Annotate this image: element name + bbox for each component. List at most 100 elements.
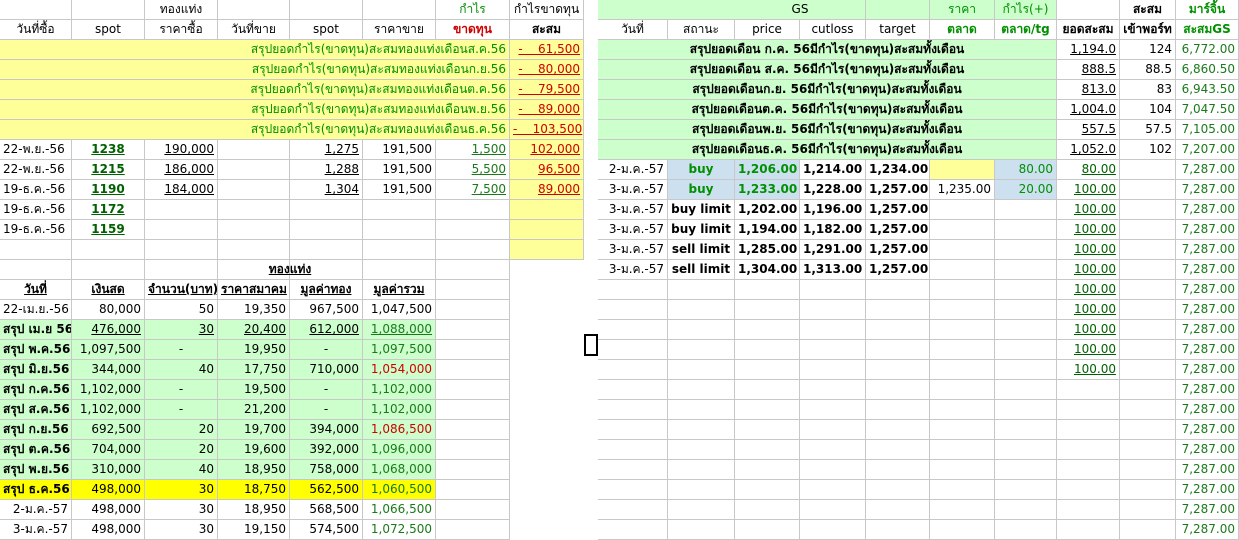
right-trade-cell [1120, 220, 1176, 240]
gold-cell: 19,700 [218, 420, 290, 440]
right-tail-cell [598, 460, 668, 480]
right-tail-cell [800, 400, 866, 420]
right-trade-cell: 3-ม.ค.-57 [598, 180, 668, 200]
gold-cell: 20 [145, 420, 218, 440]
gold-cell: 344,000 [72, 360, 145, 380]
gold-cell: 392,000 [290, 440, 363, 460]
right-trade-cell: 3-ม.ค.-57 [598, 220, 668, 240]
right-trade-cell: 7,287.00 [1176, 240, 1239, 260]
gold-cell: 1,054,000 [363, 360, 436, 380]
gold-cell: 1,068,000 [363, 460, 436, 480]
right-tail-cell [800, 420, 866, 440]
right-tail-cell [800, 500, 866, 520]
gold-cell: 19,600 [218, 440, 290, 460]
right-summary-label: สรุปยอดเดือน ก.ค. 56มีกำไร(ขาดทุน)สะสมทั… [598, 40, 1057, 60]
right-tail-cell: 7,287.00 [1176, 360, 1239, 380]
left-trade-cell [218, 180, 290, 200]
gold-header-5: มูลค่ารวม [363, 280, 436, 300]
blank-cell [145, 240, 218, 260]
right-tail-cell [866, 360, 930, 380]
right-trade-cell: 1,257.00 [866, 200, 930, 220]
right-trade-cell: 1,313.00 [800, 260, 866, 280]
right-tail-cell [930, 520, 995, 540]
header-profit: กำไร(+) [995, 0, 1057, 20]
header-col-5: ราคาขาย [363, 20, 436, 40]
right-tail-cell [598, 280, 668, 300]
active-cell[interactable] [584, 334, 598, 356]
right-tail-cell [1057, 480, 1120, 500]
right-tail-cell [866, 440, 930, 460]
gold-cell: 20 [145, 440, 218, 460]
right-tail-cell [598, 320, 668, 340]
right-trade-cell: 1,235.00 [930, 180, 995, 200]
right-tail-cell [866, 420, 930, 440]
gold-cell: 310,000 [72, 460, 145, 480]
right-trade-cell: 7,287.00 [1176, 200, 1239, 220]
right-trade-cell: 7,287.00 [1176, 260, 1239, 280]
gold-cell: 1,072,500 [363, 520, 436, 540]
right-tail-cell: 7,287.00 [1176, 460, 1239, 480]
right-tail-cell: 7,287.00 [1176, 520, 1239, 540]
right-tail-cell [1120, 460, 1176, 480]
right-trade-cell: 80.00 [1057, 160, 1120, 180]
right-header-0: วันที่ [598, 20, 668, 40]
left-summary-label: สรุปยอดกำไร(ขาดทุน)สะสมทองแท่งเดือนก.ย.5… [0, 60, 510, 80]
right-tail-cell: 7,287.00 [1176, 420, 1239, 440]
left-trade-cell: 1,500 [436, 140, 510, 160]
right-summary-port: 104 [1120, 100, 1176, 120]
gold-cell: 498,000 [72, 520, 145, 540]
right-header-9: สะสมGS [1176, 20, 1239, 40]
gold-cell: 18,950 [218, 500, 290, 520]
gold-cell: 1,047,500 [363, 300, 436, 320]
gold-cell: 710,000 [290, 360, 363, 380]
right-tail-cell [866, 280, 930, 300]
right-tail-cell [995, 460, 1057, 480]
right-tail-cell [930, 480, 995, 500]
right-tail-cell [866, 300, 930, 320]
blank-cell [436, 480, 510, 500]
header-col-4: spot [290, 20, 363, 40]
left-summary-value: - 79,500 [510, 80, 584, 100]
gold-cell: 498,000 [72, 480, 145, 500]
left-trade-cell: 191,500 [363, 160, 436, 180]
right-tail-cell [995, 340, 1057, 360]
gold-cell: 30 [145, 520, 218, 540]
gold-cell: 40 [145, 360, 218, 380]
right-tail-cell [668, 500, 735, 520]
gs-header: GS [735, 0, 866, 20]
gold-cell: สรุป ก.ย.56 [0, 420, 72, 440]
gold-cell: 22-เม.ย.-56 [0, 300, 72, 320]
gold-cell: - [290, 380, 363, 400]
blank-cell [436, 340, 510, 360]
header-top-1 [72, 0, 145, 20]
gold-title: ทองแท่ง [218, 260, 363, 280]
gold-cell: 1,102,000 [72, 380, 145, 400]
right-tail-cell [995, 300, 1057, 320]
right-tail-cell: 7,287.00 [1176, 340, 1239, 360]
right-tail-cell: 7,287.00 [1176, 380, 1239, 400]
right-summary-port: 83 [1120, 80, 1176, 100]
gold-cell: - [145, 340, 218, 360]
right-tail-cell [930, 420, 995, 440]
right-tail-cell [668, 520, 735, 540]
right-trade-cell: 7,287.00 [1176, 160, 1239, 180]
right-tail-cell [995, 520, 1057, 540]
right-tail-cell [1120, 440, 1176, 460]
blank-cell [436, 440, 510, 460]
gold-cell: 1,097,500 [363, 340, 436, 360]
gold-cell: สรุป ก.ค.56 [0, 380, 72, 400]
right-header-3: cutloss [800, 20, 866, 40]
right-tail-cell: 100.00 [1057, 340, 1120, 360]
gold-cell: 498,000 [72, 500, 145, 520]
right-tail-cell: 100.00 [1057, 280, 1120, 300]
header-top-2: ทองแท่ง [145, 0, 218, 20]
column-separator [586, 0, 598, 537]
right-tail-cell [1120, 480, 1176, 500]
blank-cell [436, 260, 510, 280]
right-tail-cell [866, 380, 930, 400]
gold-cell: 80,000 [72, 300, 145, 320]
header-col-3: วันที่ขาย [218, 20, 290, 40]
right-trade-cell: 1,206.00 [735, 160, 800, 180]
right-trade-cell [930, 240, 995, 260]
right-tail-cell: 7,287.00 [1176, 300, 1239, 320]
